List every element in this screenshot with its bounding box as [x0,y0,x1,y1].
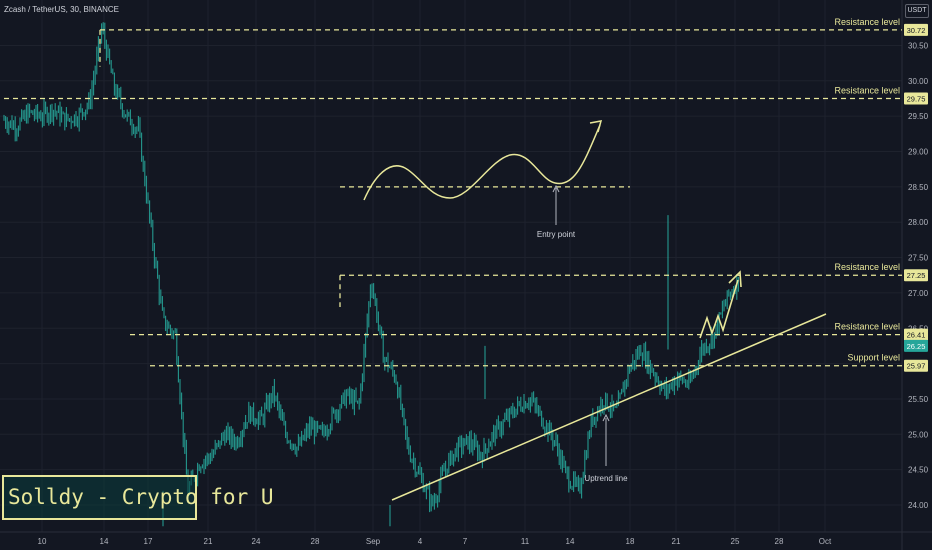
price-tick-label: 28.00 [908,218,929,227]
level-label: Support level [847,353,900,363]
time-tick-label: 28 [775,537,784,546]
time-tick-label: 10 [38,537,47,546]
level-price-tag-text: 25.97 [907,362,926,371]
time-tick-label: 4 [418,537,423,546]
level-label: Resistance level [834,17,900,27]
time-tick-label: 14 [100,537,109,546]
time-tick-label: 21 [672,537,681,546]
time-tick-label: Oct [819,537,832,546]
price-tick-label: 29.00 [908,148,929,157]
time-tick-label: 7 [463,537,468,546]
level-price-tag-text: 27.25 [907,271,926,280]
level-price-tag-text: 26.41 [907,331,926,340]
time-axis: 10 14 17 21 24 28 Sep 4 7 11 14 18 21 25 28 Oct [38,537,832,546]
current-price-tag-text: 26.25 [907,342,926,351]
price-tick-label: 24.50 [908,466,929,475]
price-tick-label: 30.00 [908,77,929,86]
price-series [3,22,739,527]
level-lines: Resistance level Resistance level Resistan… [4,17,902,367]
uptrend-line [391,313,827,501]
time-tick-label: 21 [204,537,213,546]
price-tick-label: 27.50 [908,254,929,263]
time-tick-label: 18 [626,537,635,546]
price-tick-label: 25.50 [908,395,929,404]
time-tick-label: 11 [521,537,530,546]
price-tick-label: 28.50 [908,183,929,192]
projection-arrowhead [589,120,603,133]
price-tick-label: 25.00 [908,430,929,439]
price-tick-label: 24.00 [908,501,929,510]
price-tick-label: 27.00 [908,289,929,298]
time-tick-label: 17 [144,537,153,546]
time-tick-label: 25 [731,537,740,546]
level-price-tag-text: 29.75 [907,94,926,103]
time-tick-label: 24 [252,537,261,546]
price-axis: 24.0024.5025.0025.5026.0026.5027.0027.50… [904,23,929,510]
level-label: Resistance level [834,85,900,95]
projection-curve [363,124,601,201]
level-label: Resistance level [834,322,900,332]
drawing-annotations: Entry point Uptrend line [340,120,827,501]
time-tick-label: Sep [366,537,381,546]
entry-point-label: Entry point [537,230,576,239]
price-tick-label: 29.50 [908,112,929,121]
symbol-header: Zcash / TetherUS, 30, BINANCE [4,5,120,14]
brand-watermark: Solldy - Crypto for U [2,475,274,520]
price-chart[interactable]: Resistance level Resistance level Resistan… [0,0,932,550]
time-tick-label: 14 [566,537,575,546]
uptrend-label: Uptrend line [584,474,628,483]
level-price-tag-text: 30.72 [907,26,926,35]
currency-badge[interactable]: USDT [905,4,929,18]
level-label: Resistance level [834,262,900,272]
time-tick-label: 28 [311,537,320,546]
price-tick-label: 30.50 [908,41,929,50]
